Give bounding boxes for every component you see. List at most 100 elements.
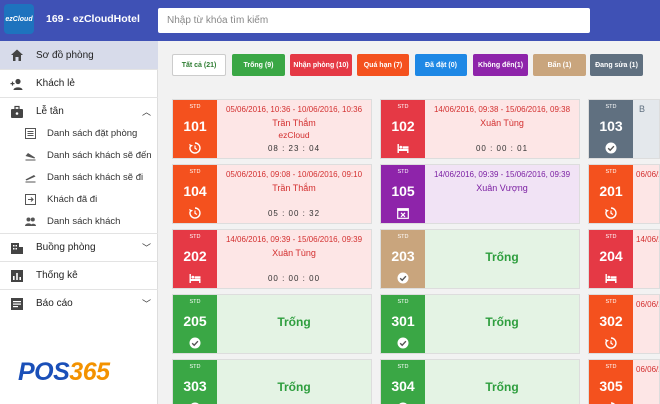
room-type: STD <box>605 234 617 240</box>
stay-dates: 14/06/2016, 09:39 - 15/06/2016, 09:39 <box>225 235 363 244</box>
subitem-guest-list[interactable]: Danh sách khách <box>0 210 158 232</box>
sidebar-item-label: Thống kê <box>36 270 78 281</box>
room-number: 204 <box>599 248 623 264</box>
filter-all-button[interactable]: Tất cả (21) <box>172 54 226 76</box>
room-type: STD <box>397 104 409 110</box>
filter-checked-in-button[interactable]: Nhận phòng (10) <box>290 54 352 76</box>
guest-name: Trần Thắm <box>272 183 316 193</box>
search-input[interactable] <box>158 8 590 33</box>
room-card[interactable]: STD 201 06/06/2 <box>588 164 660 224</box>
room-card[interactable]: STD 101 05/06/2016, 10:36 - 10/06/2016, 10… <box>172 99 372 159</box>
filter-overdue-button[interactable]: Quá hạn (7) <box>357 54 409 76</box>
room-type: STD <box>189 364 201 370</box>
sidebar-item-statistics[interactable]: Thống kê <box>0 261 158 289</box>
subitem-arrivals[interactable]: Danh sách khách sẽ đến <box>0 144 158 166</box>
room-card[interactable]: STD 304 Trống <box>380 359 580 404</box>
hotel-title: 169 - ezCloudHotel <box>46 13 140 25</box>
room-status-strip: STD 201 <box>589 165 633 223</box>
room-status-strip: STD 202 <box>173 230 217 288</box>
room-type: STD <box>189 234 201 240</box>
room-card[interactable]: STD 104 05/06/2016, 09:08 - 10/06/2016, 09… <box>172 164 372 224</box>
room-number: 103 <box>599 118 623 134</box>
room-details: 14/06/2016, 09:38 - 15/06/2016, 09:38 Xuâ… <box>425 100 579 158</box>
room-card[interactable]: STD 305 06/06/2 <box>588 359 660 404</box>
history-icon <box>605 207 617 219</box>
guest-name: Trần Thắm <box>272 118 316 128</box>
room-status-strip: STD 105 <box>381 165 425 223</box>
chevron-down-icon[interactable]: ﹀ <box>142 241 151 254</box>
history-icon <box>189 207 201 219</box>
bed-icon <box>605 274 617 283</box>
room-status-strip: STD 101 <box>173 100 217 158</box>
filter-vacant-button[interactable]: Trống (9) <box>232 54 285 76</box>
room-details: Trống <box>217 360 371 404</box>
room-card[interactable]: STD 302 06/06/2 <box>588 294 660 354</box>
subitem-label: Khách đã đi <box>47 193 98 205</box>
sidebar-item-label: Sơ đồ phòng <box>36 49 94 61</box>
sidebar-item-room-map[interactable]: Sơ đồ phòng <box>0 41 158 69</box>
sidebar-item-label: Báo cáo <box>36 298 73 309</box>
company-name: ezCloud <box>278 130 310 140</box>
filter-dirty-button[interactable]: Bẩn (1) <box>533 54 586 76</box>
subitem-booking-list[interactable]: Danh sách đặt phòng <box>0 122 158 144</box>
chevron-up-icon[interactable]: ︿ <box>142 105 151 118</box>
stay-dates: 14/06/2016, 09:39 - 15/06/2016, 09:39 <box>433 170 571 179</box>
ezcloud-logo[interactable]: ezCloud <box>4 4 34 34</box>
subitem-checked-out[interactable]: Khách đã đi <box>0 188 158 210</box>
room-card[interactable]: STD 202 14/06/2016, 09:39 - 15/06/2016, 09… <box>172 229 372 289</box>
stay-timer: 00 : 00 : 00 <box>267 274 321 283</box>
room-status-strip: STD 304 <box>381 360 425 404</box>
room-status-strip: STD 302 <box>589 295 633 353</box>
filter-repair-button[interactable]: Đang sửa (1) <box>590 54 643 76</box>
bed-icon <box>397 144 409 153</box>
room-card[interactable]: STD 303 Trống <box>172 359 372 404</box>
subitem-departures[interactable]: Danh sách khách sẽ đi <box>0 166 158 188</box>
check-icon <box>189 337 201 349</box>
room-card[interactable]: STD 103 B <box>588 99 660 159</box>
plane-landing-icon <box>25 152 36 160</box>
room-card[interactable]: STD 105 14/06/2016, 09:39 - 15/06/2016, 09… <box>380 164 580 224</box>
room-type: STD <box>605 299 617 305</box>
vacant-label: Trống <box>485 315 519 329</box>
room-details: 06/06/2 <box>633 295 659 353</box>
sidebar-item-reports[interactable]: Báo cáo ﹀ <box>0 289 158 317</box>
room-number: 102 <box>391 118 415 134</box>
sidebar-item-walk-in[interactable]: Khách lẻ <box>0 69 158 97</box>
room-number: 101 <box>183 118 207 134</box>
room-details: 14/06/2016, 09:39 - 15/06/2016, 09:39 Xuâ… <box>217 230 371 288</box>
room-card[interactable]: STD 204 14/06/2 <box>588 229 660 289</box>
room-number: 105 <box>391 183 415 199</box>
subitem-label: Danh sách đặt phòng <box>47 127 138 139</box>
room-status-strip: STD 301 <box>381 295 425 353</box>
room-details: Trống <box>425 230 579 288</box>
stay-dates: 06/06/2 <box>636 170 659 179</box>
vacant-label: Trống <box>277 380 311 394</box>
filter-booked-button[interactable]: Đã đặt (0) <box>415 54 467 76</box>
filter-no-show-button[interactable]: Không đến(1) <box>473 54 528 76</box>
plane-takeoff-icon <box>25 174 36 182</box>
room-type: STD <box>605 104 617 110</box>
pos365-logo: POS365 <box>18 358 110 387</box>
guest-name: B <box>639 104 646 114</box>
stay-dates: 14/06/2016, 09:38 - 15/06/2016, 09:38 <box>433 105 571 114</box>
room-details: 06/06/2 <box>633 165 659 223</box>
room-type: STD <box>189 104 201 110</box>
room-card[interactable]: STD 203 Trống <box>380 229 580 289</box>
calendar-x-icon <box>397 208 409 219</box>
check-icon <box>397 272 409 284</box>
sidebar-item-reception[interactable]: Lễ tân ︿ <box>0 97 158 125</box>
room-card[interactable]: STD 301 Trống <box>380 294 580 354</box>
stay-dates: 06/06/2 <box>636 365 659 374</box>
stay-dates: 06/06/2 <box>636 300 659 309</box>
history-icon <box>189 142 201 154</box>
stats-icon <box>11 269 23 282</box>
room-details: Trống <box>425 295 579 353</box>
room-card[interactable]: STD 102 14/06/2016, 09:38 - 15/06/2016, 09… <box>380 99 580 159</box>
top-bar: ezCloud 169 - ezCloudHotel <box>0 0 660 41</box>
room-type: STD <box>397 299 409 305</box>
room-card[interactable]: STD 205 Trống <box>172 294 372 354</box>
people-icon <box>25 217 36 226</box>
sidebar-item-housekeeping[interactable]: Buồng phòng ﹀ <box>0 233 158 261</box>
chevron-down-icon[interactable]: ﹀ <box>142 297 151 310</box>
vacant-label: Trống <box>485 250 519 264</box>
